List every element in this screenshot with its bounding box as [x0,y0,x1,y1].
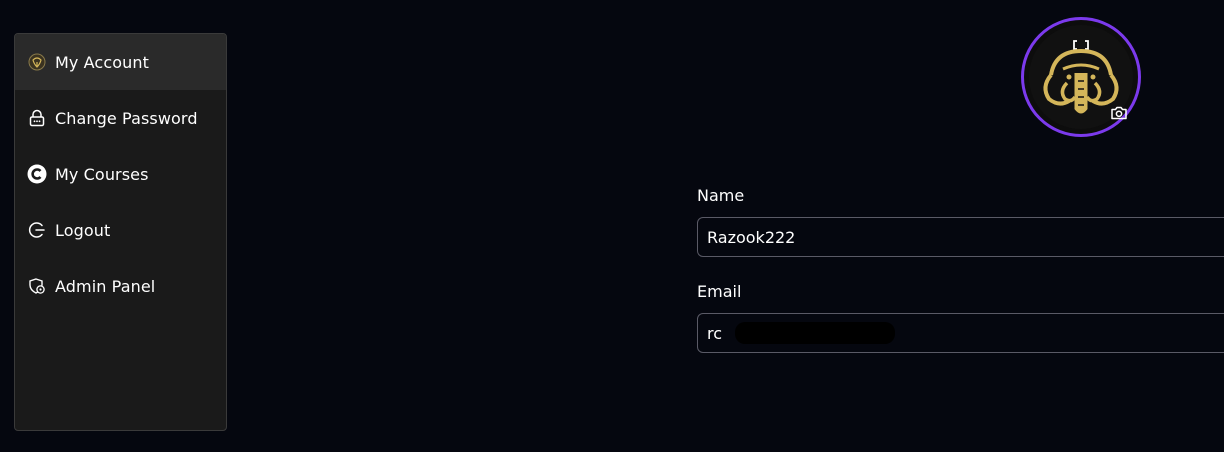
sidebar-item-my-account[interactable]: My Account [15,34,226,90]
sidebar-item-label: Admin Panel [55,276,156,296]
name-value: Razook222 [707,227,796,247]
sidebar-item-label: My Account [55,52,149,72]
courses-logo-icon [27,164,47,184]
lock-icon [27,108,47,128]
name-field[interactable]: Razook222 [697,217,1224,257]
camera-icon[interactable] [1109,103,1129,123]
sidebar-item-label: My Courses [55,164,149,184]
logout-icon [27,220,47,240]
sidebar-item-change-password[interactable]: Change Password [15,90,226,146]
sidebar-item-label: Change Password [55,108,198,128]
profile-avatar[interactable] [1021,17,1141,137]
sidebar-item-admin-panel[interactable]: Admin Panel [15,258,226,314]
email-value: rc [707,323,723,343]
admin-shield-icon [27,276,47,296]
account-sidebar: My Account Change Password My Courses Lo… [14,33,227,431]
redaction-mark [735,322,895,344]
name-label: Name [697,186,745,205]
email-label: Email [697,282,742,301]
sidebar-item-my-courses[interactable]: My Courses [15,146,226,202]
sidebar-item-label: Logout [55,220,111,240]
mascot-icon [27,52,47,72]
sidebar-item-logout[interactable]: Logout [15,202,226,258]
